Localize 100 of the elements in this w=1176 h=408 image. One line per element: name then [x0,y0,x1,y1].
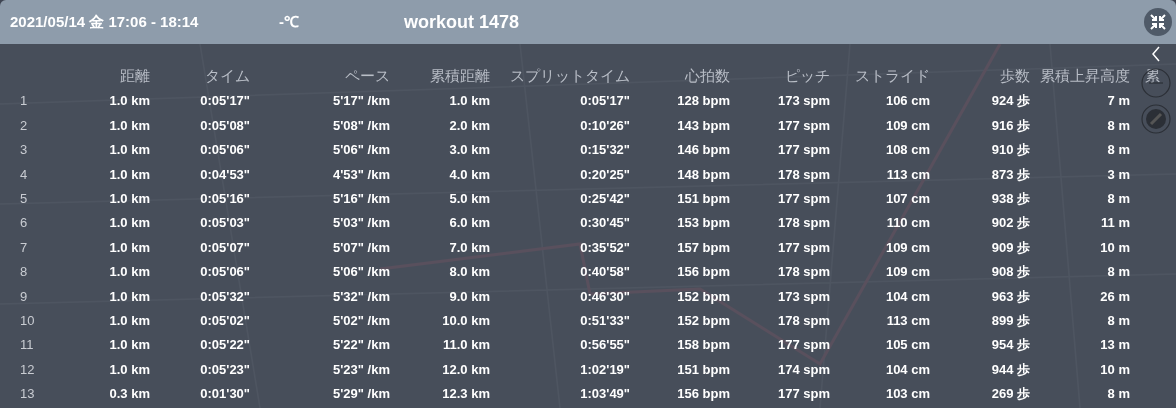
table-cell-text: 178 spm [776,311,830,330]
table-cell-text: 902 歩 [990,214,1030,233]
table-cell-text: 0:05'16" [199,190,250,208]
table-cell-text: 0:46'30" [579,287,630,306]
table-cell-text: 5'08" /km [332,116,390,135]
column-header: 累積上昇高度 [1039,65,1130,86]
row-number: 11 [19,336,35,355]
table-cell-text: 924 歩 [990,92,1030,111]
column-header: スプリットタイム [509,65,630,86]
table-cell-text: 1.0 km [108,116,150,135]
table-cell-text: 173 spm [776,92,830,111]
table-cell-text: 1.0 km [108,263,150,282]
table-cell-text: 177 spm [776,336,830,355]
table-cell-text: 0:10'26" [579,116,630,135]
table-cell-text: 105 cm [884,336,930,355]
column-header: 累積距離 [429,65,490,86]
row-number: 5 [19,190,29,208]
table-cell-text: 0:20'25" [579,165,630,184]
table-cell-text: 0:30'45" [579,214,630,233]
collapse-icon [1150,14,1166,30]
table-cell-text: 12.0 km [441,360,490,379]
table-cell-text: 0.3 km [108,385,150,404]
table-cell-text: 0:05'07" [199,238,250,257]
table-cell-text: 5'29" /km [332,385,390,404]
table-cell-text: 104 cm [884,287,930,306]
table-cell-text: 5.0 km [448,190,490,208]
table-cell-text: 0:05'23" [199,360,250,379]
column-header: 心拍数 [684,65,730,86]
table-cell-text: 0:05'02" [199,311,250,330]
table-cell-text: 1.0 km [108,190,150,208]
table-cell-text: 1.0 km [108,360,150,379]
table-cell-text: 1.0 km [108,92,150,111]
table-cell-text: 0:05'03" [199,214,250,233]
table-cell-text: 103 cm [884,385,930,404]
table-cell-text: 0:15'32" [579,141,630,160]
table-cell-text: 1.0 km [448,92,490,111]
table-cell-text: 151 bpm [676,190,730,208]
table-cell-text: 5'03" /km [332,214,390,233]
row-number: 7 [19,238,29,257]
table-cell-text: 5'02" /km [332,311,390,330]
column-header: 累 [1144,65,1160,86]
table-cell-text: 1:02'19" [579,360,630,379]
table-cell-text: 5'22" /km [332,336,390,355]
table-cell-text: 5'32" /km [332,287,390,306]
table-cell-text: 156 bpm [676,263,730,282]
table-cell-text: 177 spm [776,190,830,208]
table-cell-text: 10 m [1099,360,1130,379]
table-cell-text: 109 cm [884,263,930,282]
collapse-button[interactable] [1144,8,1172,36]
date-range: 2021/05/14 金 17:06 - 18:14 [10,11,199,32]
table-cell-text: 108 cm [884,141,930,160]
table-cell-text: 0:25'42" [579,190,630,208]
table-cell-text: 152 bpm [676,287,730,306]
table-cell-text: 9.0 km [448,287,490,306]
table-cell-text: 106 cm [884,92,930,111]
table-cell-text: 0:05'08" [199,116,250,135]
table-cell-text: 128 bpm [676,92,730,111]
table-cell-text: 8 m [1106,385,1130,404]
table-cell-text: 148 bpm [676,165,730,184]
table-cell-text: 156 bpm [676,385,730,404]
table-cell-text: 1.0 km [108,238,150,257]
table-cell-text: 1.0 km [108,141,150,160]
table-cell-text: 10 m [1099,238,1130,257]
table-cell-text: 5'16" /km [332,190,390,208]
table-cell-text: 0:40'58" [579,263,630,282]
table-cell-text: 910 歩 [990,141,1030,160]
column-header: ストライド [854,65,930,86]
table-cell-text: 0:05'22" [199,336,250,355]
table-cell-text: 177 spm [776,238,830,257]
table-cell-text: 0:05'06" [199,141,250,160]
temperature: -℃ [279,11,299,32]
table-cell-text: 173 spm [776,287,830,306]
table-cell-text: 177 spm [776,141,830,160]
table-cell-text: 143 bpm [676,116,730,135]
column-header: タイム [204,65,250,86]
row-number: 13 [19,385,36,404]
table-cell-text: 146 bpm [676,141,730,160]
table-cell-text: 3 m [1106,165,1130,184]
table-cell-text: 938 歩 [990,190,1030,208]
table-cell-text: 0:35'52" [579,238,630,257]
table-cell-text: 109 cm [884,116,930,135]
table-cell-text: 4'53" /km [332,165,390,184]
table-cell-text: 0:04'53" [199,165,250,184]
table-cell-text: 269 歩 [990,385,1030,404]
table-cell-text: 178 spm [776,165,830,184]
zoom-out-button[interactable] [1141,68,1171,98]
table-cell-text: 178 spm [776,214,830,233]
chevron-left-icon[interactable] [1151,46,1161,62]
table-cell-text: 8 m [1106,116,1130,135]
table-cell-text: 916 歩 [990,116,1030,135]
table-cell-text: 26 m [1099,287,1130,306]
table-cell-text: 1.0 km [108,311,150,330]
table-cell-text: 13 m [1099,336,1130,355]
table-cell-text: 908 歩 [990,263,1030,282]
table-cell-text: 158 bpm [676,336,730,355]
workout-title: workout 1478 [404,10,520,34]
table-cell-text: 12.3 km [441,385,490,404]
table-cell-text: 109 cm [884,238,930,257]
table-cell-text: 11.0 km [442,336,490,355]
row-number: 4 [19,165,29,184]
